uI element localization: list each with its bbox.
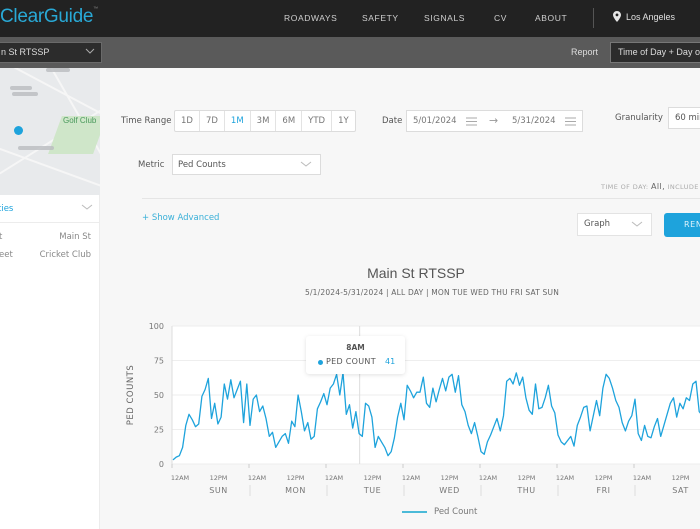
- metric-select[interactable]: Ped Counts: [172, 154, 321, 175]
- chart-tooltip: 8AM PED COUNT 41: [306, 336, 405, 374]
- day-label: SAT: [672, 486, 688, 495]
- sidebar-row-right: Cricket Club: [39, 250, 91, 260]
- tooltip-title: 8AM: [346, 343, 365, 352]
- y-tick-label: 50: [154, 391, 164, 400]
- calendar-menu-icon[interactable]: [565, 117, 576, 126]
- show-advanced-link[interactable]: + Show Advanced: [142, 213, 219, 223]
- chevron-down-icon: [631, 221, 643, 227]
- day-label: MON: [285, 486, 306, 495]
- report-label: Report: [571, 47, 599, 57]
- render-button[interactable]: REN: [664, 213, 700, 237]
- nav-cv[interactable]: CV: [494, 13, 507, 23]
- map-label-golf-club: Golf Club: [63, 116, 97, 125]
- legend-swatch: [402, 511, 427, 513]
- day-label: THU: [516, 486, 535, 495]
- time-range-1m[interactable]: 1M: [225, 111, 251, 131]
- time-range-label: Time Range: [121, 116, 172, 126]
- nav-about[interactable]: ABOUT: [535, 13, 567, 23]
- x-tick-label: 12AM: [402, 474, 420, 482]
- time-range-1d[interactable]: 1D: [175, 111, 200, 131]
- x-tick-label: 12AM: [325, 474, 343, 482]
- location-selector[interactable]: Los Angeles: [613, 11, 675, 22]
- sidebar-row-left: t: [0, 232, 3, 242]
- location-label: Los Angeles: [626, 11, 676, 22]
- chart-legend[interactable]: Ped Count: [402, 507, 477, 517]
- chevron-down-icon: [81, 204, 93, 210]
- chart-subtitle: 5/1/2024-5/31/2024 | ALL DAY | MON TUE W…: [304, 288, 560, 297]
- x-tick-label: 12PM: [210, 474, 228, 482]
- granularity-label: Granularity: [615, 113, 663, 123]
- tooltip-series-label: PED COUNT: [326, 357, 376, 366]
- time-range-selector: 1D 7D 1M 3M 6M YTD 1Y: [174, 110, 356, 132]
- view-type-select[interactable]: Graph: [577, 213, 652, 236]
- time-range-6m[interactable]: 6M: [276, 111, 303, 131]
- x-tick-label: 12AM: [479, 474, 497, 482]
- time-range-3m[interactable]: 3M: [251, 111, 277, 131]
- accordion-title: ties: [0, 204, 14, 214]
- legend-label: Ped Count: [434, 507, 478, 517]
- clearguide-logo[interactable]: ClearGuide™: [0, 6, 98, 28]
- chevron-down-icon: [85, 48, 95, 54]
- date-arrow: →: [489, 114, 499, 127]
- granularity-select[interactable]: 60 min: [668, 107, 700, 129]
- x-tick-label: 12PM: [441, 474, 459, 482]
- chart-title: Main St RTSSP: [367, 265, 465, 281]
- x-tick-label: 12PM: [595, 474, 613, 482]
- map-pin-icon: [613, 11, 621, 22]
- day-label: TUE: [363, 486, 381, 495]
- divider: [142, 198, 700, 199]
- nav-signals[interactable]: SIGNALS: [424, 13, 465, 23]
- x-tick-label: 12AM: [171, 474, 189, 482]
- x-tick-label: 12PM: [287, 474, 305, 482]
- x-tick-label: 12PM: [672, 474, 690, 482]
- tooltip-series-dot: [318, 360, 323, 365]
- x-tick-label: 12AM: [248, 474, 266, 482]
- report-select[interactable]: Time of Day + Day o: [610, 42, 700, 63]
- date-start-input[interactable]: 5/01/2024: [413, 116, 457, 126]
- sidebar: Golf Club ties t Main St eet Cricket Clu…: [0, 68, 100, 529]
- y-tick-label: 100: [149, 322, 164, 331]
- date-range-picker: 5/01/2024 → 5/31/2024: [406, 110, 583, 132]
- accordion-header[interactable]: ties: [0, 195, 100, 223]
- nav-safety[interactable]: SAFETY: [362, 13, 399, 23]
- time-range-7d[interactable]: 7D: [200, 111, 225, 131]
- time-range-1y[interactable]: 1Y: [332, 111, 355, 131]
- nav-roadways[interactable]: ROADWAYS: [284, 13, 337, 23]
- metric-label: Metric: [138, 160, 165, 170]
- chevron-down-icon: [300, 161, 312, 167]
- sidebar-row-right: Main St: [59, 232, 91, 242]
- x-tick-label: 12AM: [633, 474, 651, 482]
- day-label: WED: [439, 486, 460, 495]
- date-end-input[interactable]: 5/31/2024: [512, 116, 556, 126]
- y-tick-label: 0: [159, 460, 164, 469]
- date-label: Date: [382, 116, 403, 126]
- x-tick-label: 12PM: [364, 474, 382, 482]
- time-range-ytd[interactable]: YTD: [302, 111, 333, 131]
- view-type-value: Graph: [584, 219, 611, 229]
- y-tick-label: 75: [154, 357, 164, 366]
- map-view[interactable]: Golf Club: [0, 68, 100, 195]
- tooltip-value: 41: [385, 357, 396, 366]
- calendar-menu-icon[interactable]: [466, 117, 477, 126]
- x-tick-label: 12AM: [556, 474, 574, 482]
- sidebar-row-left: eet: [0, 250, 13, 260]
- y-tick-label: 25: [154, 426, 164, 435]
- time-of-day-summary: TIME OF DAY: All, INCLUDE: [601, 182, 699, 191]
- top-navigation-bar: ClearGuide™ ROADWAYS SAFETY SIGNALS CV A…: [0, 0, 700, 37]
- y-axis-label: PED COUNTS: [126, 365, 136, 426]
- location-marker[interactable]: [14, 126, 23, 135]
- dashboard-select[interactable]: n St RTSSP: [0, 42, 102, 63]
- nav-divider: [593, 8, 594, 28]
- x-tick-label: 12PM: [518, 474, 536, 482]
- day-label: SUN: [209, 486, 227, 495]
- day-label: FRI: [596, 486, 610, 495]
- metric-select-value: Ped Counts: [178, 160, 226, 170]
- dashboard-select-value: n St RTSSP: [1, 47, 50, 57]
